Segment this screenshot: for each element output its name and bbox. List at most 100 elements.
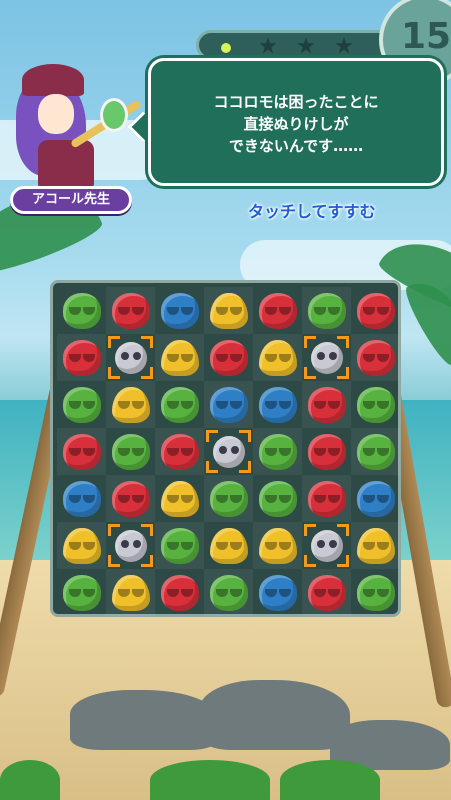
board-cell[interactable]	[253, 569, 302, 616]
yellow-puyo-icon[interactable]	[111, 574, 150, 611]
green-puyo-icon[interactable]	[356, 386, 395, 423]
green-puyo-icon[interactable]	[209, 480, 248, 517]
yellow-puyo-icon[interactable]	[160, 339, 199, 376]
yellow-puyo-icon[interactable]	[258, 527, 297, 564]
red-puyo-icon[interactable]	[160, 574, 199, 611]
board-cell[interactable]	[155, 569, 204, 616]
board-cell[interactable]	[302, 475, 351, 522]
red-puyo-icon[interactable]	[209, 339, 248, 376]
board-cell[interactable]	[302, 287, 351, 334]
board-cell[interactable]	[57, 569, 106, 616]
board-cell[interactable]	[351, 381, 400, 428]
yellow-puyo-icon[interactable]	[160, 480, 199, 517]
puyo-grid[interactable]	[57, 287, 400, 616]
board-cell[interactable]	[106, 522, 155, 569]
yellow-puyo-icon[interactable]	[209, 527, 248, 564]
board-cell[interactable]	[253, 522, 302, 569]
green-puyo-icon[interactable]	[62, 574, 101, 611]
board-cell[interactable]	[57, 381, 106, 428]
board-cell[interactable]	[351, 334, 400, 381]
board-cell[interactable]	[351, 428, 400, 475]
yellow-puyo-icon[interactable]	[356, 527, 395, 564]
board-cell[interactable]	[106, 569, 155, 616]
blue-puyo-icon[interactable]	[258, 574, 297, 611]
board-cell[interactable]	[57, 287, 106, 334]
green-puyo-icon[interactable]	[356, 574, 395, 611]
green-puyo-icon[interactable]	[62, 386, 101, 423]
red-puyo-icon[interactable]	[307, 574, 346, 611]
board-cell[interactable]	[57, 475, 106, 522]
board-cell[interactable]	[204, 381, 253, 428]
board-cell[interactable]	[253, 381, 302, 428]
board-cell[interactable]	[106, 381, 155, 428]
board-cell[interactable]	[204, 475, 253, 522]
board-cell[interactable]	[106, 475, 155, 522]
board-cell[interactable]	[302, 522, 351, 569]
green-puyo-icon[interactable]	[111, 433, 150, 470]
red-puyo-icon[interactable]	[111, 480, 150, 517]
green-puyo-icon[interactable]	[209, 574, 248, 611]
board-cell[interactable]	[351, 569, 400, 616]
blue-puyo-icon[interactable]	[160, 292, 199, 329]
board-cell[interactable]	[351, 475, 400, 522]
board-cell[interactable]	[302, 428, 351, 475]
board-cell[interactable]	[351, 287, 400, 334]
yellow-puyo-icon[interactable]	[62, 527, 101, 564]
blue-puyo-icon[interactable]	[356, 480, 395, 517]
board-cell[interactable]	[106, 287, 155, 334]
character-face	[38, 94, 74, 134]
board-cell[interactable]	[204, 569, 253, 616]
board-cell[interactable]	[155, 287, 204, 334]
board-cell[interactable]	[155, 428, 204, 475]
board-cell[interactable]	[155, 334, 204, 381]
board-cell[interactable]	[106, 334, 155, 381]
tap-to-continue-prompt[interactable]: タッチしてすすむ	[248, 198, 376, 222]
green-puyo-icon[interactable]	[356, 433, 395, 470]
board-cell[interactable]	[204, 287, 253, 334]
yellow-puyo-icon[interactable]	[111, 386, 150, 423]
blue-puyo-icon[interactable]	[62, 480, 101, 517]
speech-bubble[interactable]: ココロモは困ったことに 直接ぬりけしが できないんです……	[148, 58, 444, 186]
yellow-puyo-icon[interactable]	[209, 292, 248, 329]
red-puyo-icon[interactable]	[356, 339, 395, 376]
board-cell[interactable]	[155, 475, 204, 522]
board-cell[interactable]	[302, 381, 351, 428]
board-cell[interactable]	[155, 522, 204, 569]
board-cell[interactable]	[155, 381, 204, 428]
red-puyo-icon[interactable]	[307, 480, 346, 517]
board-cell[interactable]	[302, 334, 351, 381]
board-cell[interactable]	[253, 475, 302, 522]
blue-puyo-icon[interactable]	[209, 386, 248, 423]
red-puyo-icon[interactable]	[307, 386, 346, 423]
board-cell[interactable]	[302, 569, 351, 616]
board-cell[interactable]	[351, 522, 400, 569]
board-cell[interactable]	[204, 334, 253, 381]
board-cell[interactable]	[253, 428, 302, 475]
red-puyo-icon[interactable]	[111, 292, 150, 329]
green-puyo-icon[interactable]	[258, 480, 297, 517]
red-puyo-icon[interactable]	[258, 292, 297, 329]
red-puyo-icon[interactable]	[62, 339, 101, 376]
board-cell[interactable]	[204, 428, 253, 475]
board-cell[interactable]	[57, 428, 106, 475]
red-puyo-icon[interactable]	[307, 433, 346, 470]
chain-progress-bar	[196, 30, 396, 60]
board-cell[interactable]	[57, 334, 106, 381]
blue-puyo-icon[interactable]	[258, 386, 297, 423]
puzzle-board[interactable]	[50, 280, 401, 617]
green-puyo-icon[interactable]	[258, 433, 297, 470]
progress-star-icon	[297, 37, 315, 54]
board-cell[interactable]	[253, 334, 302, 381]
board-cell[interactable]	[204, 522, 253, 569]
red-puyo-icon[interactable]	[62, 433, 101, 470]
green-puyo-icon[interactable]	[307, 292, 346, 329]
red-puyo-icon[interactable]	[356, 292, 395, 329]
board-cell[interactable]	[253, 287, 302, 334]
board-cell[interactable]	[57, 522, 106, 569]
yellow-puyo-icon[interactable]	[258, 339, 297, 376]
green-puyo-icon[interactable]	[160, 527, 199, 564]
red-puyo-icon[interactable]	[160, 433, 199, 470]
green-puyo-icon[interactable]	[160, 386, 199, 423]
board-cell[interactable]	[106, 428, 155, 475]
green-puyo-icon[interactable]	[62, 292, 101, 329]
